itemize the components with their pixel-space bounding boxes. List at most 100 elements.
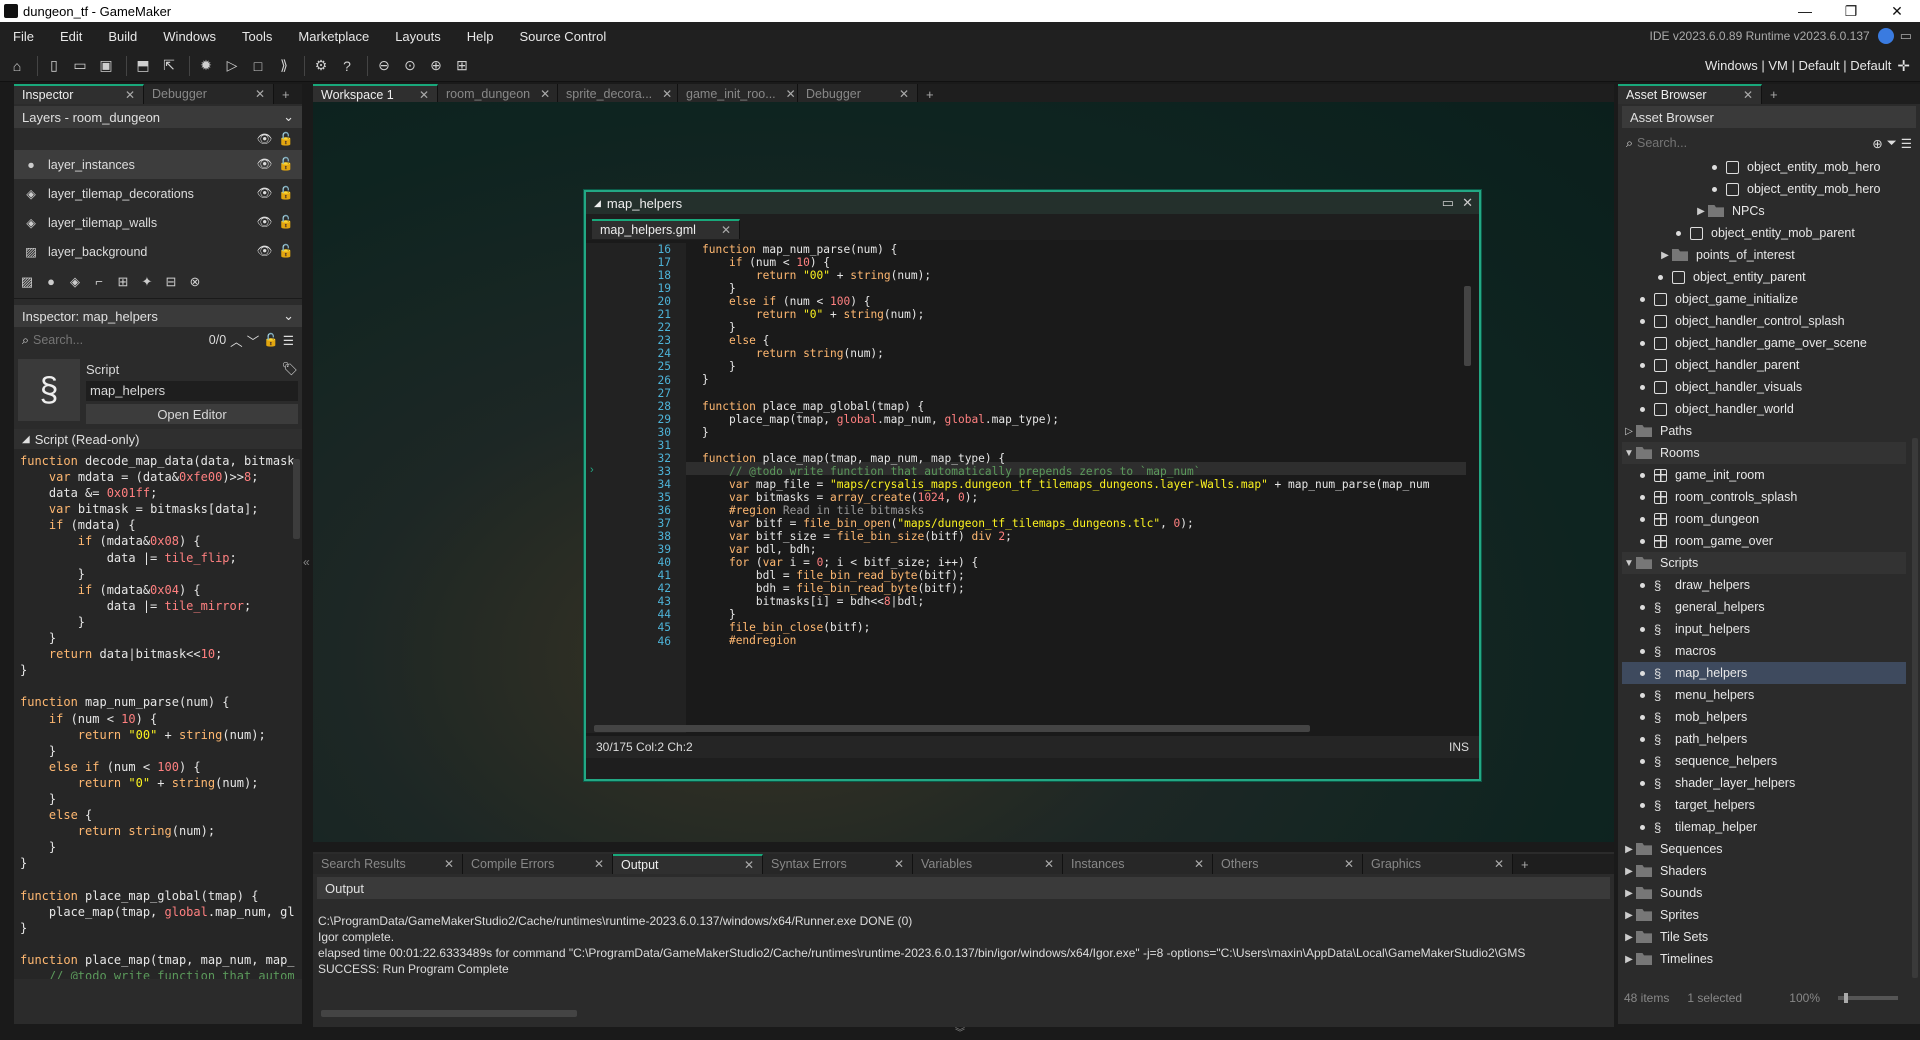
add-workspace-tab-button[interactable]: + xyxy=(918,84,942,104)
menu-marketplace[interactable]: Marketplace xyxy=(285,29,382,44)
expand-arrow-icon[interactable]: ▶ xyxy=(1622,910,1636,921)
zoom-in-icon[interactable]: ⊕ xyxy=(425,55,447,77)
menu-build[interactable]: Build xyxy=(95,29,150,44)
asset-tree-item[interactable]: game_init_room xyxy=(1622,464,1906,486)
close-tab-icon[interactable]: ✕ xyxy=(540,87,550,101)
add-folder-icon[interactable]: ⊟ xyxy=(162,274,180,290)
debug-icon[interactable]: ✹ xyxy=(195,55,217,77)
eye-icon[interactable]: 👁 xyxy=(257,157,273,172)
save-project-icon[interactable]: ▣ xyxy=(95,55,117,77)
code-horizontal-scrollbar[interactable] xyxy=(594,725,1310,732)
filter-icon[interactable]: ⏷ xyxy=(1887,136,1897,151)
script-readonly-header[interactable]: ◢ Script (Read-only) xyxy=(14,429,302,449)
close-tab-icon[interactable]: ✕ xyxy=(594,857,604,871)
open-editor-button[interactable]: Open Editor xyxy=(86,404,298,424)
asset-tree-item[interactable]: ▼ Rooms xyxy=(1622,442,1906,464)
expand-arrow-icon[interactable]: ▷ xyxy=(1622,426,1636,437)
menu-tools[interactable]: Tools xyxy=(229,29,285,44)
close-tab-icon[interactable]: ✕ xyxy=(662,87,672,101)
inspector-dropdown[interactable]: Inspector: map_helpers ⌄ xyxy=(14,305,302,327)
asset-tree-item[interactable]: § draw_helpers xyxy=(1622,574,1906,596)
stop-icon[interactable]: □ xyxy=(247,55,269,77)
lock-icon[interactable]: 🔓 xyxy=(278,215,294,230)
zoom-reset-icon[interactable]: ⊙ xyxy=(399,55,421,77)
close-tab-icon[interactable]: ✕ xyxy=(899,87,909,101)
collapse-left-icon[interactable]: « xyxy=(303,555,310,569)
expand-arrow-icon[interactable]: ▼ xyxy=(1622,448,1636,459)
add-asset-layer-icon[interactable]: ⊞ xyxy=(114,274,132,290)
add-asset-icon[interactable]: ⊕ xyxy=(1872,136,1882,151)
zoom-out-icon[interactable]: ⊖ xyxy=(373,55,395,77)
asset-tree-item[interactable]: room_controls_splash xyxy=(1622,486,1906,508)
tab-output-4[interactable]: Variables ✕ xyxy=(913,854,1063,874)
menu-layouts[interactable]: Layouts xyxy=(382,29,454,44)
asset-tree-item[interactable]: object_entity_mob_parent xyxy=(1622,222,1906,244)
prev-result-icon[interactable]: ︿ xyxy=(230,331,243,350)
lock-icon[interactable]: 🔓 xyxy=(263,333,279,348)
add-path-layer-icon[interactable]: ⌐ xyxy=(90,274,108,290)
code-text[interactable]: function map_num_parse(num) { if (num < … xyxy=(702,243,1429,647)
lock-icon[interactable]: 🔓 xyxy=(278,244,294,259)
asset-tree-item[interactable]: § general_helpers xyxy=(1622,596,1906,618)
asset-tree-item[interactable]: ▶ NPCs xyxy=(1622,200,1906,222)
close-tab-icon[interactable]: ✕ xyxy=(125,88,135,102)
asset-tree-item[interactable]: ▶ Sequences xyxy=(1622,838,1906,860)
asset-tree-item[interactable]: room_game_over xyxy=(1622,530,1906,552)
close-tab-icon[interactable]: ✕ xyxy=(1194,857,1204,871)
layers-dropdown[interactable]: Layers - room_dungeon ⌄ xyxy=(14,106,302,128)
tab-output-5[interactable]: Instances ✕ xyxy=(1063,854,1213,874)
target-settings-icon[interactable]: ✛ xyxy=(1897,57,1910,75)
add-tab-button[interactable]: + xyxy=(274,84,298,104)
expand-arrow-icon[interactable]: ▶ xyxy=(1622,866,1636,877)
lock-icon[interactable]: 🔓 xyxy=(278,186,294,201)
asset-tree-item[interactable]: object_game_initialize xyxy=(1622,288,1906,310)
delete-layer-icon[interactable]: ⊗ xyxy=(186,274,204,290)
menu-edit[interactable]: Edit xyxy=(47,29,95,44)
layer-row[interactable]: ◈ layer_tilemap_walls 👁 🔓 xyxy=(14,208,302,237)
asset-tree-item[interactable]: § tilemap_helper xyxy=(1622,816,1906,838)
tab-sprite-decora[interactable]: sprite_decora... ✕ xyxy=(558,84,678,104)
asset-tree-item[interactable]: ▶ points_of_interest xyxy=(1622,244,1906,266)
tab-debugger-left[interactable]: Debugger ✕ xyxy=(144,84,274,104)
tab-output-3[interactable]: Syntax Errors ✕ xyxy=(763,854,913,874)
help-icon[interactable]: ? xyxy=(336,55,358,77)
expand-arrow-icon[interactable]: ▶ xyxy=(1622,888,1636,899)
close-tab-icon[interactable]: ✕ xyxy=(786,87,796,101)
zoom-slider[interactable] xyxy=(1838,993,1898,1003)
add-background-layer-icon[interactable]: ▨ xyxy=(18,274,36,290)
script-name-field[interactable]: map_helpers xyxy=(86,381,298,401)
expand-arrow-icon[interactable]: ▶ xyxy=(1694,206,1708,217)
asset-tree-item[interactable]: object_entity_mob_hero xyxy=(1622,156,1906,178)
close-tab-icon[interactable]: ✕ xyxy=(1494,857,1504,871)
eye-icon[interactable]: 👁 xyxy=(257,244,273,259)
tab-output-0[interactable]: Search Results ✕ xyxy=(313,854,463,874)
close-tab-icon[interactable]: ✕ xyxy=(1344,857,1354,871)
settings-icon[interactable]: ⚙ xyxy=(310,55,332,77)
tab-map-helpers-gml[interactable]: map_helpers.gml ✕ xyxy=(592,219,740,239)
eye-icon[interactable]: 👁 xyxy=(257,132,273,147)
asset-tree-item[interactable]: object_handler_control_splash xyxy=(1622,310,1906,332)
layer-row[interactable]: ● layer_instances 👁 🔓 xyxy=(14,150,302,179)
vertical-scrollbar[interactable] xyxy=(293,459,300,539)
close-window-icon[interactable]: ✕ xyxy=(1462,195,1473,211)
next-result-icon[interactable]: ﹀ xyxy=(247,331,260,350)
code-area[interactable]: 16 17 18 19 20 21 22 23 24 25 26 27 28 29 30 31 32 33 34 35… xyxy=(586,240,1479,736)
asset-tree-item[interactable]: § sequence_helpers xyxy=(1622,750,1906,772)
asset-tree-item[interactable]: object_handler_game_over_scene xyxy=(1622,332,1906,354)
new-project-icon[interactable]: ▯ xyxy=(43,55,65,77)
code-vertical-scrollbar[interactable] xyxy=(1464,286,1471,366)
clean-icon[interactable]: ⟫ xyxy=(273,55,295,77)
lock-icon[interactable]: 🔓 xyxy=(278,132,294,147)
asset-tree-item[interactable]: ▶ Shaders xyxy=(1622,860,1906,882)
asset-tree-item[interactable]: § path_helpers xyxy=(1622,728,1906,750)
tab-output-1[interactable]: Compile Errors ✕ xyxy=(463,854,613,874)
asset-tree-item[interactable]: ▶ Sprites xyxy=(1622,904,1906,926)
asset-tree-item[interactable]: § mob_helpers xyxy=(1622,706,1906,728)
close-tab-icon[interactable]: ✕ xyxy=(1044,857,1054,871)
asset-tree-item[interactable]: object_entity_mob_hero xyxy=(1622,178,1906,200)
notifications-icon[interactable]: ▭ xyxy=(1900,28,1912,44)
home-icon[interactable]: ⌂ xyxy=(6,55,28,77)
close-window-button[interactable]: ✕ xyxy=(1874,3,1920,20)
expand-arrow-icon[interactable]: ▶ xyxy=(1622,954,1636,965)
maximize-window-icon[interactable]: ▭ xyxy=(1442,195,1454,211)
